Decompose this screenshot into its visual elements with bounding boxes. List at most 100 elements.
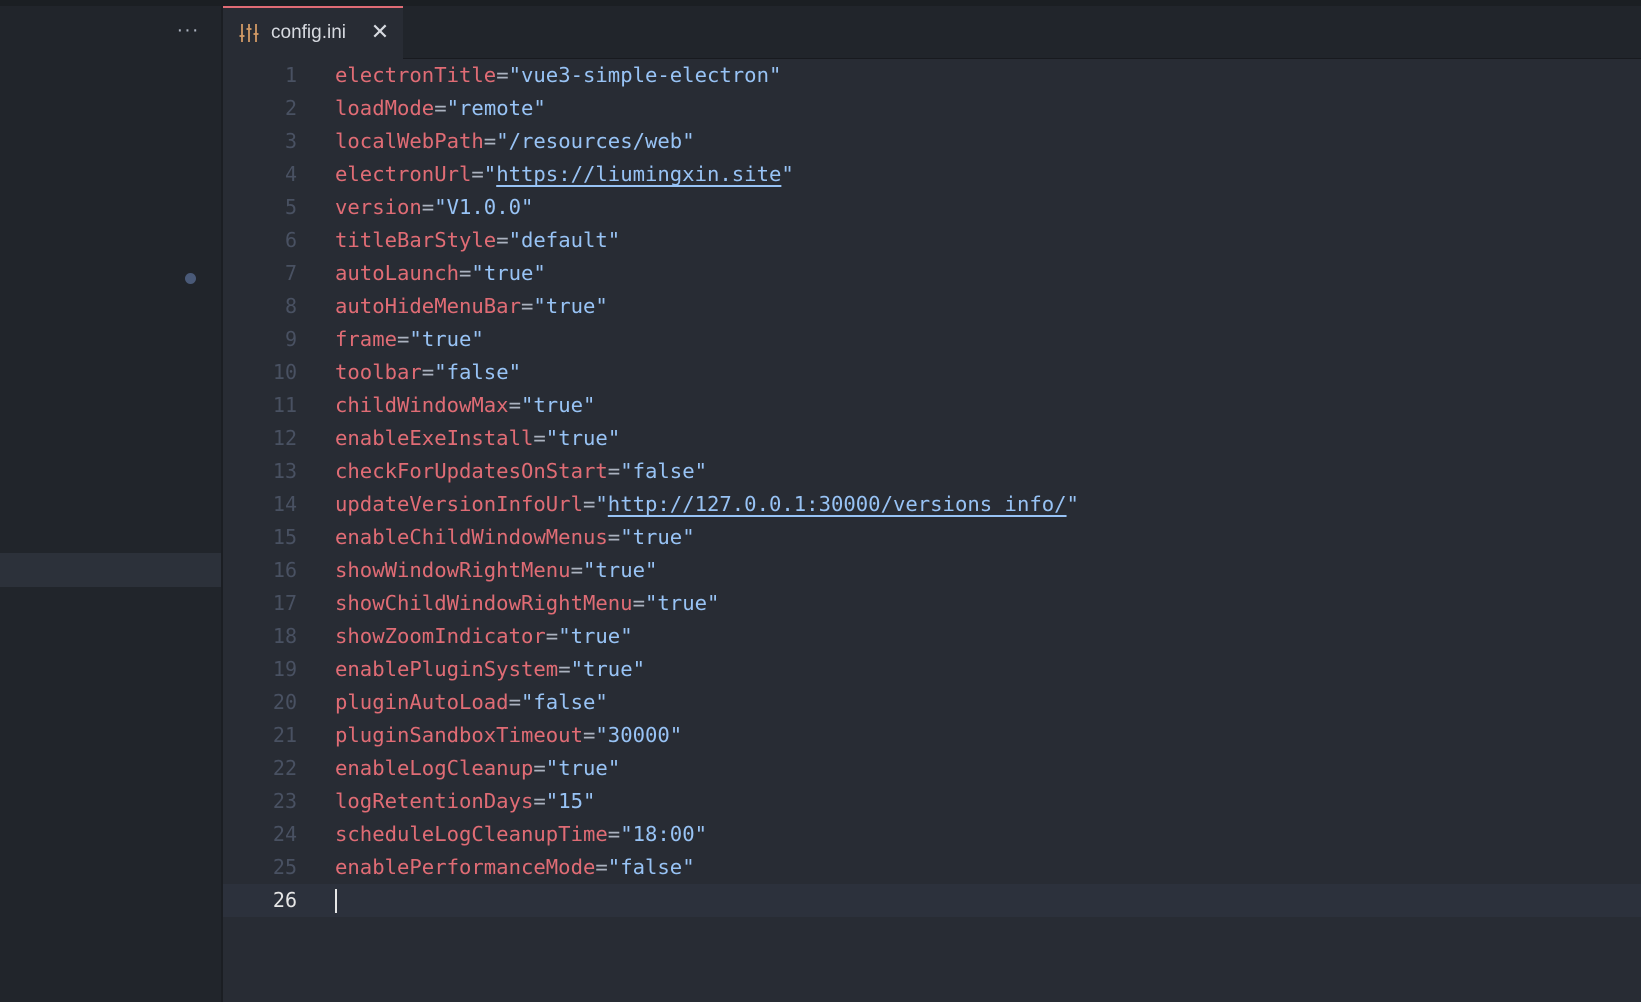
quote-mark: " <box>632 657 646 681</box>
quote-mark: " <box>620 525 633 549</box>
code-line[interactable]: 18 showZoomIndicator="true" <box>223 620 1641 653</box>
quote-mark: " <box>409 327 422 351</box>
equals-sign: = <box>533 756 546 780</box>
quote-mark: " <box>768 63 782 87</box>
code-line[interactable]: 26 <box>223 884 1641 917</box>
code-text: scheduleLogCleanupTime="18:00" <box>335 818 707 851</box>
config-key: showWindowRightMenu <box>335 558 571 582</box>
line-number: 10 <box>272 360 297 384</box>
code-text: checkForUpdatesOnStart="false" <box>335 455 707 488</box>
code-line[interactable]: 24 scheduleLogCleanupTime="18:00" <box>223 818 1641 851</box>
line-number: 18 <box>272 624 297 648</box>
code-line[interactable]: 16 showWindowRightMenu="true" <box>223 554 1641 587</box>
code-text: enableChildWindowMenus="true" <box>335 521 695 554</box>
config-key: autoHideMenuBar <box>335 294 521 318</box>
equals-sign: = <box>520 294 534 318</box>
code-text: enablePerformanceMode="false" <box>335 851 695 884</box>
modified-dot-icon <box>185 273 196 284</box>
quote-mark: " <box>682 129 695 153</box>
line-number: 24 <box>272 822 297 846</box>
code-line[interactable]: 6 titleBarStyle="default" <box>223 224 1641 257</box>
equals-sign: = <box>595 855 608 879</box>
quote-mark: " <box>595 492 608 516</box>
close-icon[interactable]: ✕ <box>368 20 392 44</box>
config-value: default <box>521 228 608 252</box>
equals-sign: = <box>533 789 546 813</box>
code-line[interactable]: 9 frame="true" <box>223 323 1641 356</box>
code-editor[interactable]: 1 electronTitle="vue3-simple-electron" 2 lo… <box>223 59 1641 1002</box>
line-number: 15 <box>272 525 297 549</box>
quote-mark: " <box>781 162 794 186</box>
quote-mark: " <box>694 459 707 483</box>
config-value: false <box>632 459 695 483</box>
code-line[interactable]: 13 checkForUpdatesOnStart="false" <box>223 455 1641 488</box>
text-cursor <box>335 889 337 913</box>
equals-sign: = <box>607 822 621 846</box>
code-line[interactable]: 19 enablePluginSystem="true" <box>223 653 1641 686</box>
code-line[interactable]: 11 childWindowMax="true" <box>223 389 1641 422</box>
equals-sign: = <box>582 723 596 747</box>
line-number: 1 <box>284 63 297 87</box>
code-line[interactable]: 21 pluginSandboxTimeout="30000" <box>223 719 1641 752</box>
quote-mark: " <box>645 558 658 582</box>
line-number: 6 <box>284 228 297 252</box>
config-value: 15 <box>558 789 584 813</box>
config-value: true <box>558 426 608 450</box>
code-line[interactable]: 10 toolbar="false" <box>223 356 1641 389</box>
tab-config-ini[interactable]: config.ini ✕ <box>223 6 403 59</box>
config-value: false <box>533 690 596 714</box>
quote-mark: " <box>694 822 707 846</box>
quote-mark: " <box>508 63 521 87</box>
config-value: true <box>657 591 707 615</box>
config-key: titleBarStyle <box>335 228 497 252</box>
config-value: true <box>583 657 633 681</box>
quote-mark: " <box>620 822 633 846</box>
config-key: pluginSandboxTimeout <box>335 723 583 747</box>
code-line[interactable]: 14 updateVersionInfoUrl="http://127.0.0.1… <box>223 488 1641 521</box>
config-key: showChildWindowRightMenu <box>335 591 633 615</box>
line-number: 23 <box>272 789 297 813</box>
code-text: titleBarStyle="default" <box>335 224 620 257</box>
code-line[interactable]: 23 logRetentionDays="15" <box>223 785 1641 818</box>
line-number: 26 <box>272 888 297 912</box>
code-line[interactable]: 4 electronUrl="https://liumingxin.site" <box>223 158 1641 191</box>
code-line[interactable]: 5 version="V1.0.0" <box>223 191 1641 224</box>
sidebar: ··· <box>0 6 223 1002</box>
url-link[interactable]: http://127.0.0.1:30000/versions_info/ <box>608 492 1067 516</box>
quote-mark: " <box>620 624 633 648</box>
equals-sign: = <box>496 228 509 252</box>
config-value: 30000 <box>607 723 670 747</box>
quote-mark: " <box>582 558 596 582</box>
code-line[interactable]: 7 autoLaunch="true" <box>223 257 1641 290</box>
sidebar-selected-row[interactable] <box>0 553 223 587</box>
code-line[interactable]: 1 electronTitle="vue3-simple-electron" <box>223 59 1641 92</box>
line-number: 22 <box>272 756 297 780</box>
quote-mark: " <box>471 327 484 351</box>
code-line[interactable]: 3 localWebPath="/resources/web" <box>223 125 1641 158</box>
code-line[interactable]: 20 pluginAutoLoad="false" <box>223 686 1641 719</box>
quote-mark: " <box>682 855 695 879</box>
url-link[interactable]: https://liumingxin.site <box>496 162 781 186</box>
more-horizontal-icon[interactable]: ··· <box>170 20 206 44</box>
code-text: loadMode="remote" <box>335 92 546 125</box>
code-line[interactable]: 25 enablePerformanceMode="false" <box>223 851 1641 884</box>
quote-mark: " <box>620 459 633 483</box>
code-line[interactable]: 17 showChildWindowRightMenu="true" <box>223 587 1641 620</box>
line-number: 20 <box>272 690 297 714</box>
line-number: 25 <box>272 855 297 879</box>
quote-mark: " <box>558 624 571 648</box>
config-key: childWindowMax <box>335 393 509 417</box>
code-line[interactable]: 15 enableChildWindowMenus="true" <box>223 521 1641 554</box>
code-text: pluginAutoLoad="false" <box>335 686 608 719</box>
quote-mark: " <box>508 360 522 384</box>
config-key: enableExeInstall <box>335 426 534 450</box>
code-line[interactable]: 12 enableExeInstall="true" <box>223 422 1641 455</box>
code-line[interactable]: 8 autoHideMenuBar="true" <box>223 290 1641 323</box>
quote-mark: " <box>496 129 509 153</box>
code-line[interactable]: 22 enableLogCleanup="true" <box>223 752 1641 785</box>
quote-mark: " <box>434 360 447 384</box>
equals-sign: = <box>607 525 621 549</box>
code-line[interactable]: 2 loadMode="remote" <box>223 92 1641 125</box>
config-value: true <box>545 294 596 318</box>
line-number: 14 <box>272 492 297 516</box>
